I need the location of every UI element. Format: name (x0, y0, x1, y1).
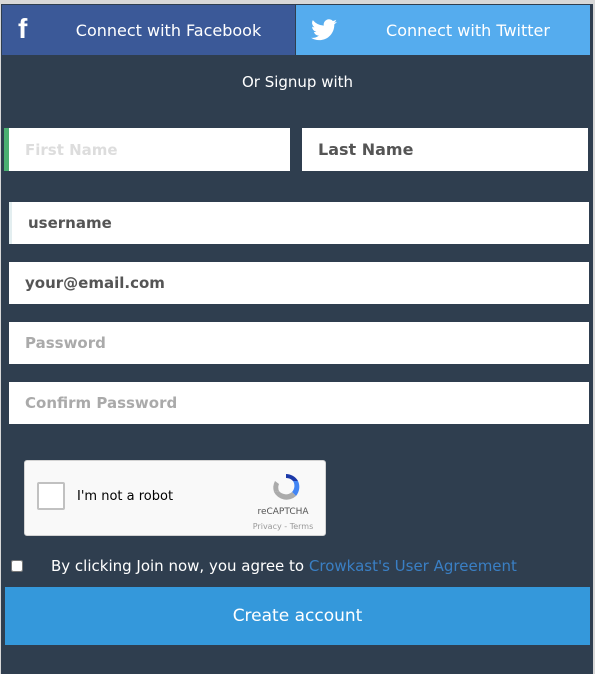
recaptcha-label: I'm not a robot (77, 489, 174, 504)
facebook-icon: f (18, 13, 28, 44)
twitter-connect-button[interactable]: Connect with Twitter (296, 5, 590, 55)
agreement-text: By clicking Join now, you agree to Crowk… (51, 557, 517, 575)
user-agreement-link[interactable]: Crowkast's User Agreement (309, 557, 517, 575)
email-input[interactable] (9, 262, 589, 304)
facebook-connect-button[interactable]: f Connect with Facebook (2, 5, 295, 55)
recaptcha-privacy-terms-link[interactable]: Privacy - Terms (251, 522, 315, 531)
facebook-label: Connect with Facebook (75, 20, 262, 40)
recaptcha-widget: I'm not a robot reCAPTCHA Privacy - Term… (24, 460, 326, 536)
recaptcha-brand: reCAPTCHA (257, 507, 309, 517)
last-name-input[interactable] (302, 128, 588, 171)
agreement-checkbox[interactable] (11, 560, 23, 572)
recaptcha-logo-icon (273, 474, 300, 500)
recaptcha-checkbox[interactable] (37, 482, 65, 510)
first-name-input[interactable] (4, 128, 290, 171)
username-input[interactable] (9, 202, 589, 244)
twitter-icon (311, 19, 337, 41)
signup-divider-text: Or Signup with (241, 73, 354, 91)
create-account-button[interactable]: Create account (5, 587, 590, 645)
agreement-prefix: By clicking Join now, you agree to (51, 557, 309, 575)
twitter-label: Connect with Twitter (386, 20, 550, 40)
confirm-password-input[interactable] (9, 382, 589, 424)
password-input[interactable] (9, 322, 589, 364)
